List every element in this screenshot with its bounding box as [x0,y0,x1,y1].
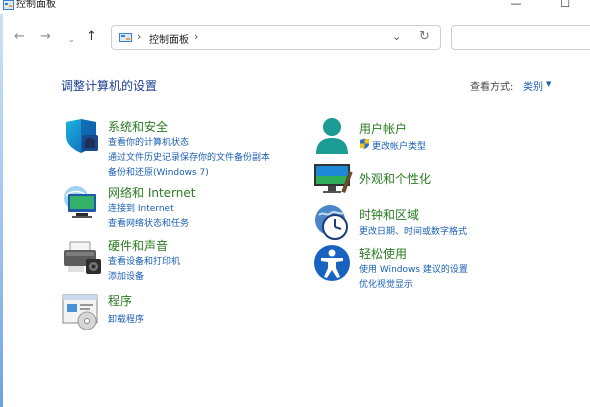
refresh-button[interactable]: ↻ [419,29,430,44]
breadcrumb-separator: › [137,30,142,43]
category-network-internet[interactable]: 网络和 Internet [108,184,195,201]
link-file-history[interactable]: 通过文件历史记录保存你的文件备份副本 [108,150,270,163]
category-appearance[interactable]: 外观和个性化 [359,170,431,187]
category-hardware-sound[interactable]: 硬件和声音 [108,237,168,254]
title-bar: 控制面板 — ☐ [0,0,590,14]
page-title: 调整计算机的设置 [61,79,158,93]
uac-shield-icon [360,138,369,149]
link-recommended-settings[interactable]: 使用 Windows 建议的设置 [359,262,468,275]
link-devices-printers[interactable]: 查看设备和打印机 [108,254,180,267]
clock-icon[interactable] [313,203,351,241]
control-panel-icon [119,33,132,42]
accessibility-icon[interactable] [313,244,351,282]
view-by-dropdown[interactable]: 类别 [523,78,543,93]
link-backup-restore[interactable]: 备份和还原(Windows 7) [108,165,209,178]
view-by-label: 查看方式: [470,82,514,93]
desktop-edge [0,0,3,407]
address-bar[interactable]: › 控制面板 › ⌄ ↻ [111,25,441,50]
maximize-button[interactable]: ☐ [553,0,577,12]
programs-icon[interactable] [62,294,100,330]
link-change-date-time[interactable]: 更改日期、时间或数字格式 [359,224,467,237]
category-user-accounts[interactable]: 用户帐户 [359,120,407,137]
chevron-down-icon[interactable]: ▼ [546,80,551,88]
category-ease-of-access[interactable]: 轻松使用 [359,245,407,262]
breadcrumb-separator[interactable]: › [194,30,198,43]
search-input[interactable] [451,25,590,50]
recent-locations-button[interactable]: ⌄ [68,33,75,47]
minimize-button[interactable]: — [504,0,528,12]
control-panel-icon [3,0,14,10]
monitor-icon[interactable] [313,163,355,195]
forward-button[interactable]: → [40,30,51,44]
user-icon[interactable] [313,116,351,156]
breadcrumb-control-panel[interactable]: 控制面板 [149,31,189,46]
link-optimize-visual[interactable]: 优化视觉显示 [359,277,413,290]
network-icon[interactable] [62,184,100,220]
address-history-button[interactable]: ⌄ [392,30,401,43]
up-button[interactable]: ↑ [86,30,97,44]
printer-icon[interactable] [62,240,102,276]
back-button[interactable]: ← [14,30,25,44]
category-programs[interactable]: 程序 [108,292,132,309]
link-uninstall-program[interactable]: 卸载程序 [108,312,144,325]
window-title: 控制面板 [16,0,56,10]
category-clock-region[interactable]: 时钟和区域 [359,206,419,223]
category-system-security[interactable]: 系统和安全 [108,118,168,135]
link-view-computer-status[interactable]: 查看你的计算机状态 [108,135,189,148]
link-connect-internet[interactable]: 连接到 Internet [108,201,174,214]
link-network-status[interactable]: 查看网络状态和任务 [108,216,189,229]
link-add-device[interactable]: 添加设备 [108,269,144,282]
shield-icon[interactable] [62,118,100,154]
link-change-account-type[interactable]: 更改帐户类型 [372,139,426,152]
